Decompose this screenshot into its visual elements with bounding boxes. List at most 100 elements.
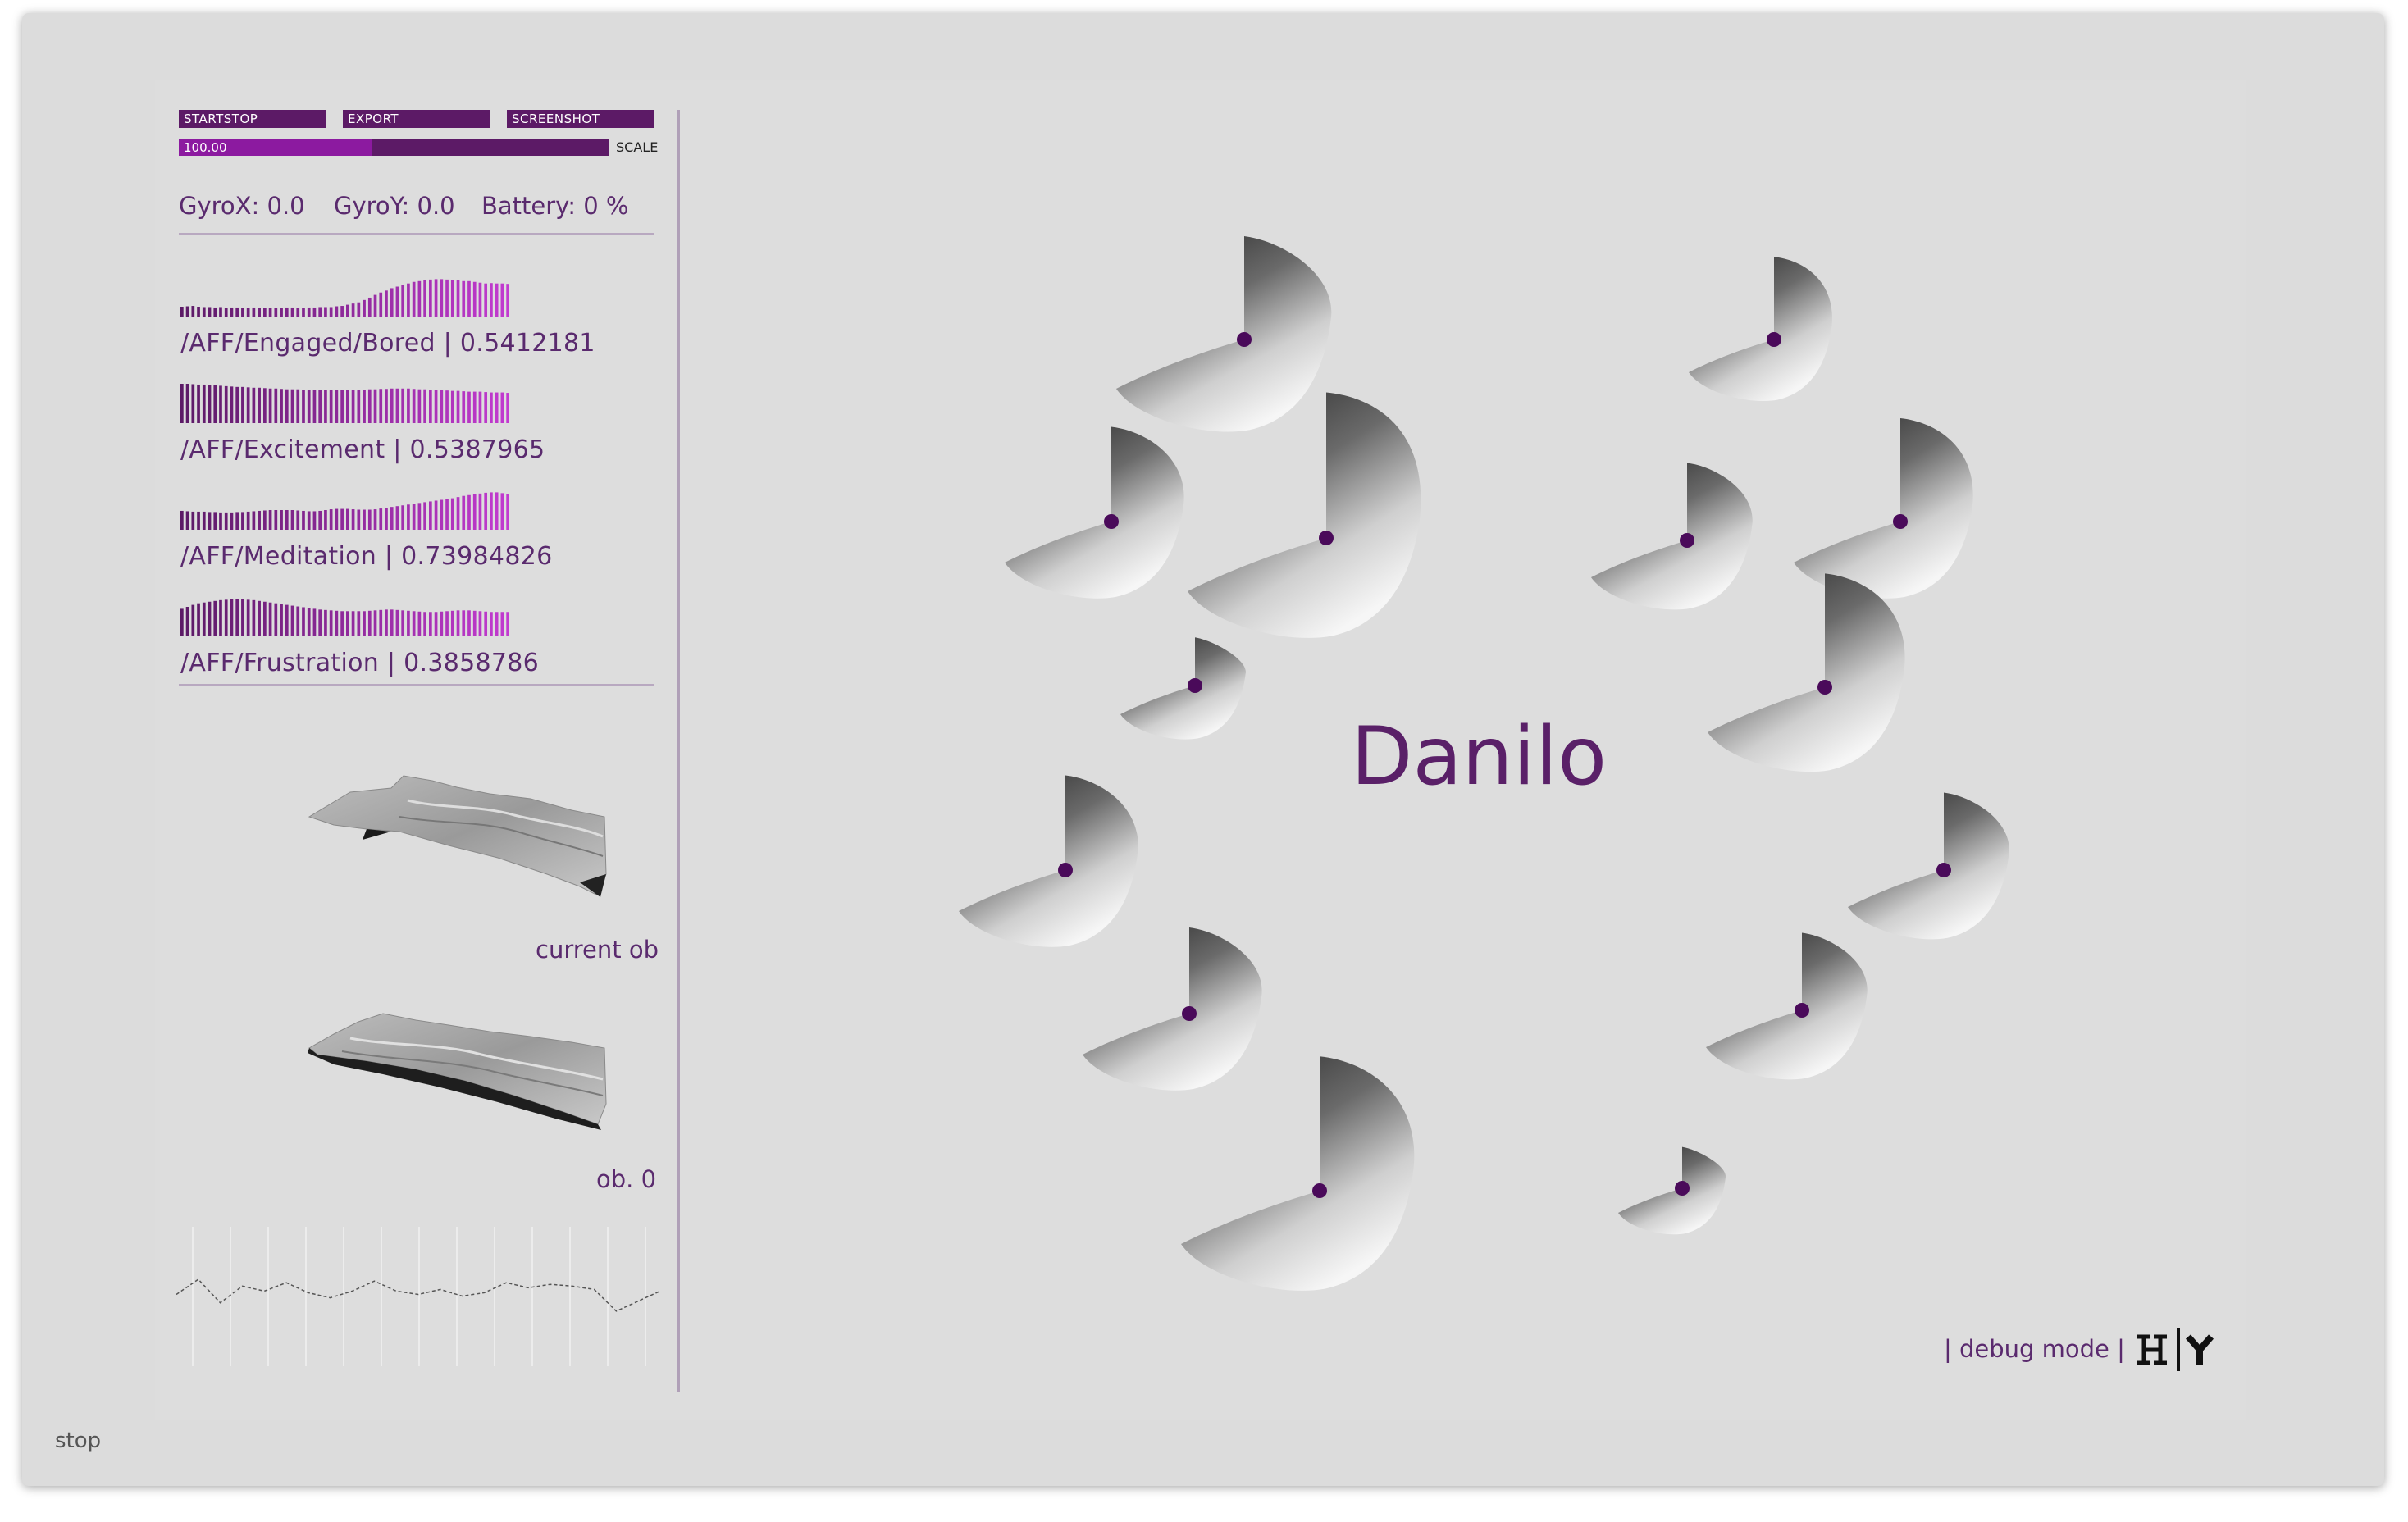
history-bar (363, 509, 366, 530)
history-bar (329, 390, 333, 423)
history-bar (252, 387, 256, 423)
history-bar (180, 307, 184, 317)
history-bar (241, 308, 244, 317)
history-bar (346, 611, 349, 636)
scale-label: SCALE (616, 139, 659, 155)
engaged-bored-bar-graph (180, 279, 509, 317)
petal-node (1893, 514, 1908, 529)
ob0-surface-plot (308, 1013, 607, 1130)
history-bar (285, 307, 289, 317)
current-surface-label: current ob (536, 936, 659, 964)
excitement-bar-graph (180, 384, 509, 423)
history-bar (307, 307, 311, 317)
history-bar (472, 281, 477, 317)
petal-node (1675, 1181, 1690, 1196)
history-bar (412, 389, 416, 423)
history-bar (495, 492, 499, 530)
history-bar (274, 603, 278, 636)
history-bar (219, 512, 222, 530)
affect-petal (1083, 927, 1262, 1091)
petal-node (1104, 514, 1119, 529)
app-window: STARTSTOP EXPORT SCREENSHOT 100.00 SCALE… (22, 13, 2384, 1486)
history-bar (363, 611, 366, 636)
history-bar (472, 610, 477, 636)
scale-slider[interactable]: 100.00 (179, 139, 609, 156)
history-bar (263, 308, 267, 317)
history-bar (241, 599, 244, 636)
history-bar (478, 493, 482, 530)
petal-shape (1689, 257, 1832, 402)
history-bar (462, 391, 466, 423)
history-bar (285, 389, 289, 423)
history-bar (500, 612, 504, 636)
export-button[interactable]: EXPORT (343, 110, 490, 128)
history-bar (417, 389, 422, 423)
history-bar (484, 283, 488, 317)
signal-trace-graph (176, 1227, 661, 1366)
status-footer: stop (55, 1429, 102, 1453)
history-bar (290, 389, 294, 423)
history-bar (335, 610, 339, 636)
history-bar (412, 281, 416, 317)
affect-petal (1591, 463, 1753, 610)
ob0-surface-label: ob. 0 (596, 1165, 657, 1193)
history-bar (346, 304, 349, 317)
history-bar (213, 600, 217, 636)
history-bar (213, 307, 217, 317)
history-bar (219, 385, 222, 423)
history-bar (340, 611, 344, 636)
history-bar (258, 510, 261, 530)
history-bar (208, 601, 212, 636)
affect-petal (1848, 792, 2009, 940)
petal-shape (1591, 463, 1753, 610)
history-bar (450, 610, 454, 636)
history-bar (472, 391, 477, 423)
history-bar (467, 280, 471, 317)
history-bar (495, 612, 499, 636)
history-bar (440, 499, 444, 530)
history-bar (252, 511, 256, 530)
affect-petal (1706, 932, 1868, 1080)
history-bar (395, 286, 399, 317)
history-bar (208, 385, 212, 423)
petal-node (1817, 680, 1832, 695)
debug-mode-label[interactable]: | debug mode | (1944, 1335, 2125, 1363)
history-bar (185, 607, 189, 636)
history-bar (219, 599, 222, 636)
history-bar (351, 390, 355, 423)
screenshot-button[interactable]: SCREENSHOT (507, 110, 654, 128)
history-bar (318, 307, 322, 317)
history-bar (401, 505, 405, 530)
history-bar (401, 388, 405, 423)
startstop-button[interactable]: STARTSTOP (179, 110, 326, 128)
history-bar (302, 607, 305, 636)
history-bar (412, 504, 416, 530)
history-bar (208, 512, 212, 530)
history-bar (302, 308, 305, 317)
history-bar (478, 282, 482, 317)
history-bar (484, 611, 488, 636)
history-bar (185, 384, 189, 423)
history-bar (230, 307, 234, 317)
history-bar (197, 603, 200, 636)
history-bar (280, 308, 283, 317)
history-bar (185, 306, 189, 317)
history-bar (318, 390, 322, 423)
history-bar (274, 510, 278, 530)
petal-node (1680, 533, 1694, 548)
history-bar (312, 608, 317, 636)
history-bar (423, 389, 426, 423)
history-bar (307, 608, 311, 636)
petal-shape (959, 775, 1138, 947)
history-bar (456, 610, 460, 636)
petal-node (1795, 1003, 1809, 1018)
history-bar (235, 386, 239, 423)
history-bar (450, 498, 454, 530)
history-bar (401, 285, 405, 317)
history-bar (462, 495, 466, 530)
petal-shape (1005, 426, 1184, 599)
history-bar (429, 501, 432, 530)
history-bar (324, 307, 327, 317)
history-bar (285, 510, 289, 530)
history-bar (467, 391, 471, 423)
